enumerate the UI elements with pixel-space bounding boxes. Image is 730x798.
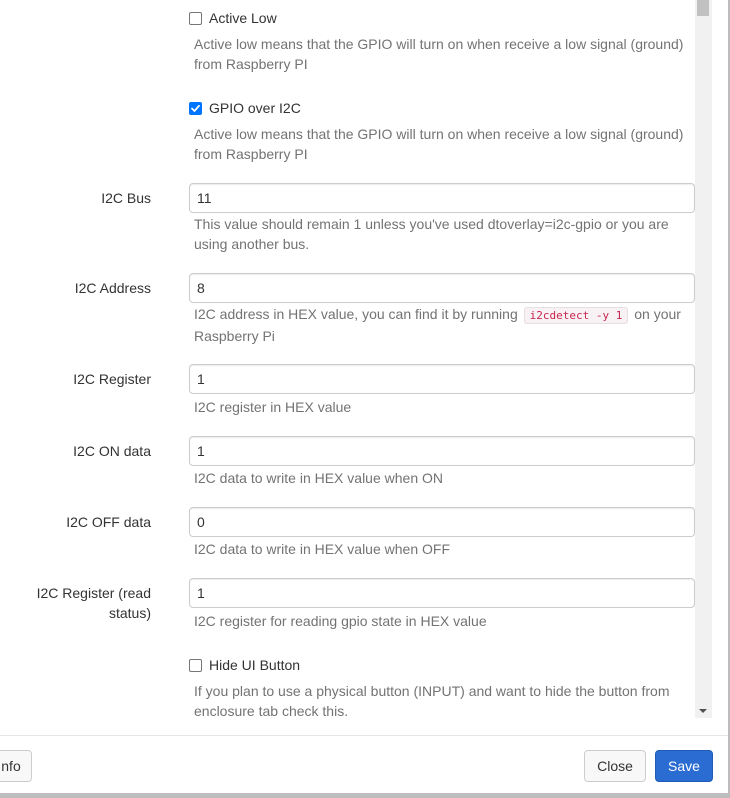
hide-ui-button-label: Hide UI Button bbox=[209, 657, 301, 673]
i2c-on-data-help: I2C data to write in HEX value when ON bbox=[194, 470, 444, 486]
scroll-down-arrow-icon[interactable] bbox=[699, 709, 707, 713]
i2c-register-read-input[interactable]: 1 bbox=[189, 578, 695, 608]
modal-footer: nfo Close Save bbox=[0, 735, 728, 794]
i2c-register-input[interactable]: 1 bbox=[189, 364, 695, 394]
i2c-on-data-input[interactable]: 1 bbox=[189, 436, 695, 466]
i2c-register-help: I2C register in HEX value bbox=[194, 399, 352, 415]
i2c-bus-help: This value should remain 1 unless you've… bbox=[194, 216, 669, 252]
scrollbar-thumb[interactable] bbox=[697, 0, 709, 16]
gpio-over-i2c-option[interactable]: GPIO over I2C bbox=[189, 98, 301, 118]
i2c-address-input[interactable]: 8 bbox=[189, 273, 695, 303]
i2c-address-help-text: I2C address in HEX value, you can find i… bbox=[194, 306, 518, 322]
active-low-checkbox[interactable] bbox=[189, 11, 202, 25]
i2c-register-read-label: I2C Register (read status) bbox=[11, 583, 151, 623]
gpio-over-i2c-checkbox[interactable] bbox=[189, 101, 202, 115]
gpio-over-i2c-help: Active low means that the GPIO will turn… bbox=[194, 126, 684, 162]
i2c-off-data-input[interactable]: 0 bbox=[189, 507, 695, 537]
i2c-register-label: I2C Register bbox=[73, 371, 151, 387]
active-low-option[interactable]: Active Low bbox=[189, 8, 277, 28]
checkmark-icon bbox=[191, 104, 200, 112]
i2c-off-data-label: I2C OFF data bbox=[66, 514, 151, 530]
i2c-bus-input[interactable]: 11 bbox=[189, 183, 695, 213]
dialog-bottom-edge bbox=[0, 793, 730, 798]
active-low-label: Active Low bbox=[209, 10, 277, 26]
i2c-bus-label: I2C Bus bbox=[101, 190, 151, 206]
hide-ui-button-option[interactable]: Hide UI Button bbox=[189, 655, 300, 675]
active-low-help: Active low means that the GPIO will turn… bbox=[194, 36, 684, 72]
i2c-address-label: I2C Address bbox=[74, 280, 151, 296]
i2cdetect-command: i2cdetect -y 1 bbox=[523, 307, 629, 324]
hide-ui-button-help: If you plan to use a physical button (IN… bbox=[194, 683, 670, 718]
i2c-on-data-label: I2C ON data bbox=[73, 443, 151, 459]
vertical-scrollbar[interactable] bbox=[695, 0, 712, 718]
info-button[interactable]: nfo bbox=[0, 750, 32, 782]
i2c-off-data-help: I2C data to write in HEX value when OFF bbox=[194, 541, 450, 557]
i2c-register-read-label-line2: status) bbox=[108, 605, 151, 621]
close-button[interactable]: Close bbox=[584, 750, 646, 782]
i2c-register-read-help: I2C register for reading gpio state in H… bbox=[194, 613, 487, 629]
gpio-over-i2c-label: GPIO over I2C bbox=[209, 100, 301, 116]
save-button[interactable]: Save bbox=[655, 750, 713, 782]
i2c-address-help: I2C address in HEX value, you can find i… bbox=[194, 304, 692, 346]
hide-ui-button-checkbox[interactable] bbox=[189, 658, 202, 672]
i2c-register-read-label-line1: I2C Register (read bbox=[36, 585, 151, 601]
modal-body: Active Low Active low means that the GPI… bbox=[0, 0, 712, 718]
